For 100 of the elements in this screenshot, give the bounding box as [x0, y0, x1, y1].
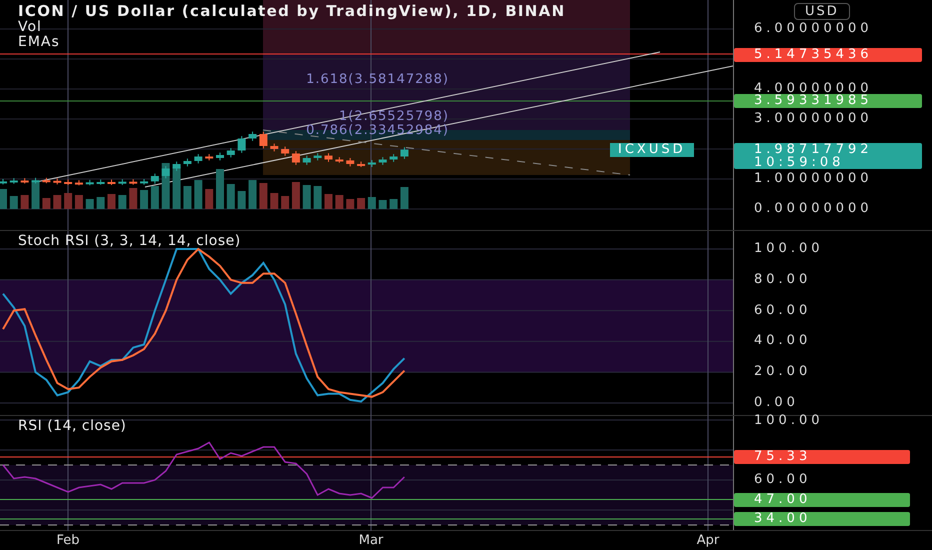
candlestick	[32, 177, 40, 184]
volume-bar	[335, 195, 344, 209]
candlestick	[118, 178, 126, 186]
candlestick	[248, 131, 257, 142]
candlestick	[390, 154, 398, 162]
candlestick	[400, 146, 408, 160]
candlestick	[96, 179, 105, 186]
level-label: 47.00	[734, 492, 910, 506]
fib-level-label: 1.618(3.58147288)	[306, 73, 449, 87]
level-label: 34.00	[734, 512, 910, 526]
price-tick: 6.00000000	[754, 22, 873, 36]
candlestick	[302, 155, 311, 166]
volume-bar	[129, 188, 138, 209]
candlestick	[172, 161, 181, 172]
volume-bar	[74, 195, 83, 209]
volume-bar	[400, 187, 408, 209]
candlestick	[42, 177, 50, 184]
candlestick	[64, 179, 72, 186]
fib-level-label: 1(2.65525798)	[339, 110, 449, 124]
volume-bar	[368, 197, 376, 209]
price-label: 5.14735436	[734, 48, 922, 62]
volume-bar	[194, 180, 202, 209]
candlestick	[183, 158, 192, 167]
last-price: 1.98717792	[754, 143, 874, 156]
candlestick	[378, 156, 387, 166]
volume-bar	[226, 184, 235, 209]
indicator-label: EMAs	[18, 35, 61, 50]
candlestick	[281, 146, 290, 156]
indicator-label: Vol	[18, 20, 43, 35]
volume-bar	[357, 198, 366, 209]
price-tick: 0.00000000	[754, 202, 873, 216]
axis-tick: 60.00	[754, 304, 812, 318]
volume-bar	[292, 182, 300, 209]
indicator-title: RSI (14, close)	[18, 418, 126, 434]
price-tick: 1.00000000	[754, 172, 873, 186]
axis-tick: 0.00	[754, 396, 799, 410]
volume-bar	[183, 186, 192, 209]
candlestick	[357, 161, 366, 168]
volume-bar	[259, 183, 268, 209]
volume-bar	[140, 190, 148, 209]
candlestick	[162, 166, 170, 179]
candlestick	[0, 178, 7, 185]
price-label: 3.59331985	[734, 94, 922, 108]
countdown: 10:59:08	[754, 156, 846, 169]
volume-bar	[281, 196, 290, 209]
axis-tick: 80.00	[754, 272, 812, 287]
volume-bar	[0, 189, 7, 209]
candlestick	[86, 179, 94, 186]
volume-bar	[172, 167, 181, 209]
price-tick: 3.00000000	[754, 112, 873, 126]
candlestick	[129, 178, 138, 186]
volume-bar	[42, 198, 50, 209]
volume-bar	[302, 185, 311, 209]
volume-bar	[346, 199, 354, 209]
candlestick	[74, 180, 83, 186]
candlestick	[314, 152, 322, 161]
volume-bar	[118, 195, 126, 209]
candlestick	[108, 179, 116, 186]
candlestick	[270, 143, 278, 152]
volume-bar	[20, 195, 29, 209]
volume-bar	[390, 199, 398, 209]
volume-bar	[32, 181, 40, 209]
candlestick	[226, 148, 235, 158]
candlestick	[335, 156, 344, 164]
candlestick	[150, 173, 159, 184]
volume-bar	[108, 194, 116, 209]
volume-bar	[96, 197, 105, 209]
volume-bar	[324, 194, 332, 209]
level-label: 75.33	[734, 450, 910, 464]
volume-bar	[53, 195, 62, 209]
volume-bar	[86, 199, 94, 209]
volume-bar	[150, 186, 159, 209]
candlestick	[140, 178, 148, 186]
axis-tick: 20.00	[754, 365, 812, 380]
candlestick	[216, 152, 224, 161]
axis-tick: 60.00	[754, 473, 812, 487]
date-label: Apr	[696, 533, 720, 548]
candlestick	[368, 160, 376, 168]
volume-bar	[205, 189, 214, 209]
volume-bar	[270, 193, 278, 209]
volume-bar	[314, 186, 322, 209]
chart-title: ICON / US Dollar (calculated by TradingView), 1D, BINAN	[18, 2, 566, 20]
volume-bar	[64, 193, 72, 209]
candlestick	[20, 178, 29, 184]
volume-bar	[10, 196, 18, 209]
candlestick	[205, 154, 214, 161]
candlestick	[53, 178, 62, 185]
candlestick	[346, 158, 354, 167]
candlestick	[324, 152, 332, 162]
candlestick	[238, 136, 246, 154]
symbol-tag: ICXUSD	[610, 143, 694, 157]
currency-button[interactable]: USD	[794, 3, 850, 20]
volume-bar	[238, 191, 246, 209]
date-label: Mar	[358, 533, 384, 548]
axis-tick: 100.00	[754, 414, 824, 428]
volume-bar	[216, 169, 224, 209]
candlestick	[10, 178, 18, 184]
candlestick	[292, 150, 300, 166]
candlestick	[259, 131, 268, 149]
date-label: Feb	[55, 533, 81, 548]
